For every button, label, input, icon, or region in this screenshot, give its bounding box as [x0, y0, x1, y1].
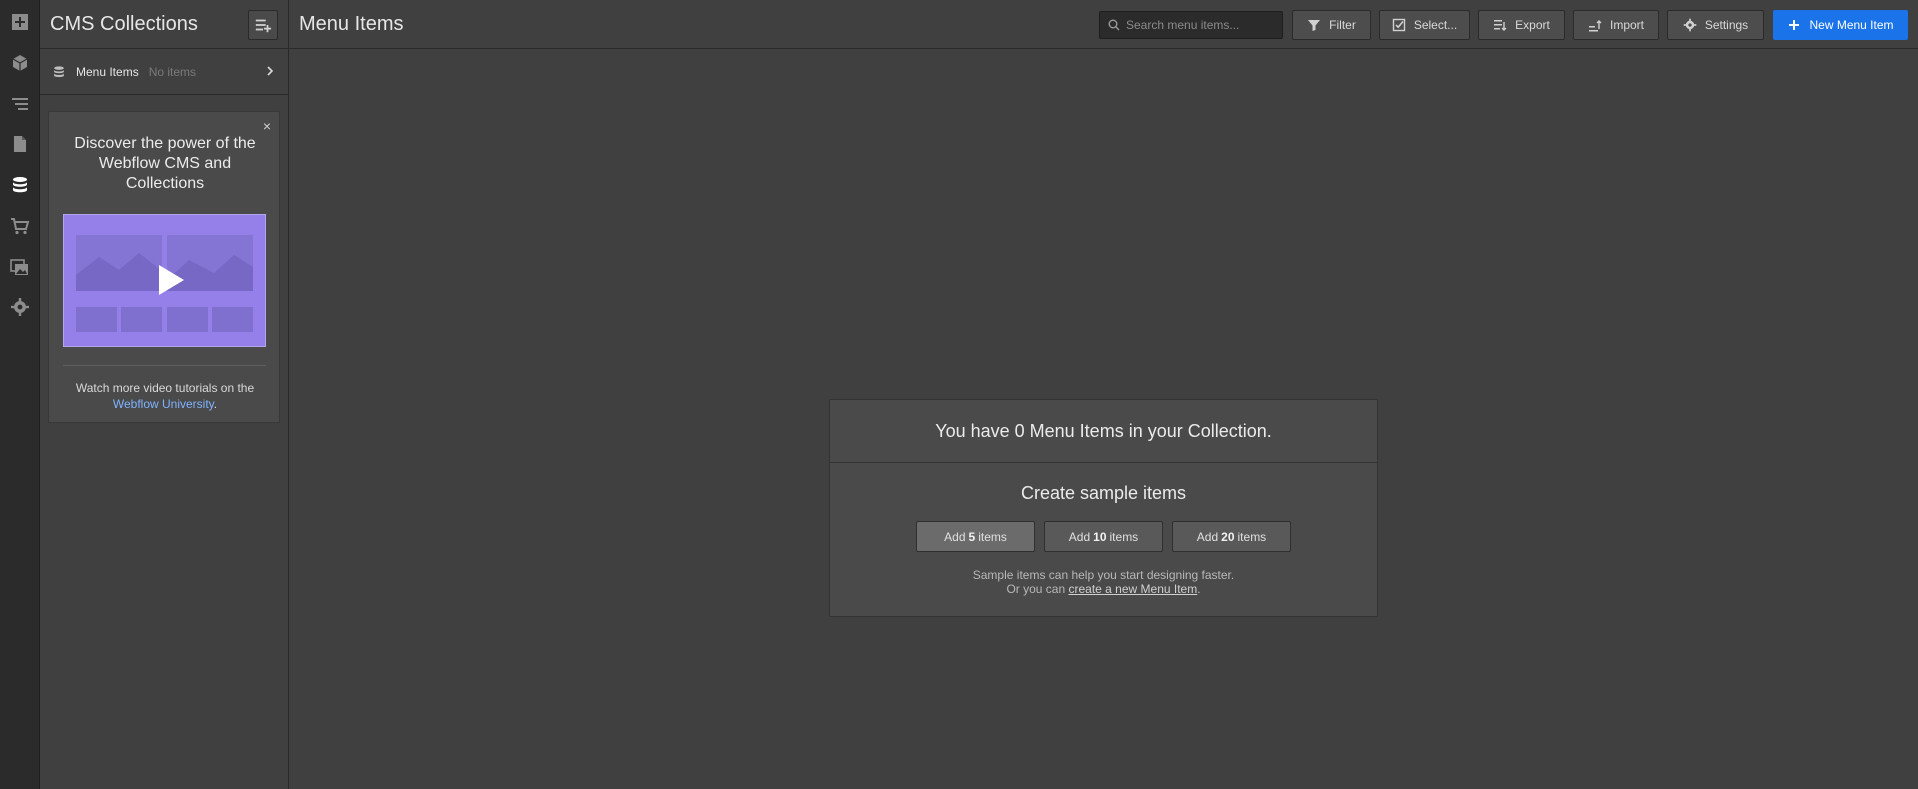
- components-icon: [12, 55, 28, 71]
- page-title: Menu Items: [299, 13, 404, 35]
- add-5-items-button[interactable]: Add 5 items: [916, 521, 1035, 552]
- navigator-button[interactable]: [0, 84, 40, 124]
- note-line-2: Or you can: [1006, 582, 1066, 596]
- search-icon: [1108, 19, 1120, 31]
- top-toolbar: Menu Items Filter Select... Export Impor…: [289, 0, 1918, 49]
- cms-promo-card: × Discover the power of the Webflow CMS …: [48, 111, 280, 423]
- note-end: .: [1197, 582, 1201, 596]
- chevron-right-icon: [267, 66, 274, 76]
- pages-icon: [14, 136, 26, 152]
- new-menu-item-label: New Menu Item: [1809, 18, 1894, 32]
- item-count: 10: [1093, 529, 1107, 544]
- add-label: Add: [944, 529, 966, 544]
- assets-button[interactable]: [0, 247, 40, 287]
- filter-icon: [1308, 20, 1321, 31]
- export-button[interactable]: Export: [1478, 10, 1565, 40]
- settings-icon: [11, 298, 29, 316]
- export-label: Export: [1515, 18, 1550, 32]
- filter-label: Filter: [1329, 18, 1356, 32]
- cms-button[interactable]: [0, 165, 40, 205]
- collection-count: No items: [148, 64, 197, 79]
- add-panel-icon: [12, 14, 28, 30]
- checkbox-icon: [1392, 18, 1406, 32]
- promo-footer-end: .: [213, 397, 218, 411]
- gear-icon: [1683, 18, 1697, 32]
- create-new-item-link[interactable]: create a new Menu Item: [1068, 582, 1197, 596]
- empty-state-card: You have 0 Menu Items in your Collection…: [829, 399, 1378, 617]
- cms-icon: [13, 177, 27, 193]
- item-count: 20: [1221, 529, 1235, 544]
- filter-button[interactable]: Filter: [1292, 10, 1371, 40]
- promo-footer: Watch more video tutorials on the Webflo…: [59, 380, 271, 412]
- import-icon: [1588, 20, 1602, 32]
- add-20-items-button[interactable]: Add 20 items: [1172, 521, 1291, 552]
- new-menu-item-button[interactable]: New Menu Item: [1773, 10, 1908, 40]
- collections-panel: CMS Collections Menu Items No items × Di…: [40, 0, 289, 789]
- export-icon: [1494, 20, 1507, 31]
- promo-close-button[interactable]: ×: [263, 118, 271, 134]
- components-button[interactable]: [0, 43, 40, 83]
- add-label: Add: [1068, 529, 1091, 544]
- panel-header: CMS Collections: [40, 0, 288, 49]
- icon-rail: [0, 0, 40, 789]
- collection-name: Menu Items: [76, 64, 139, 79]
- assets-icon: [10, 259, 28, 275]
- add-panel-button[interactable]: [0, 2, 40, 42]
- promo-divider: [63, 365, 266, 366]
- promo-title: Discover the power of the Webflow CMS an…: [74, 135, 256, 192]
- import-button[interactable]: Import: [1573, 10, 1659, 40]
- add-collection-icon: [255, 19, 272, 33]
- add-label: Add: [1196, 529, 1219, 544]
- items-label: items: [1237, 529, 1267, 544]
- select-button[interactable]: Select...: [1379, 10, 1470, 40]
- collection-row-menu-items[interactable]: Menu Items No items: [40, 49, 288, 95]
- panel-title: CMS Collections: [50, 12, 198, 35]
- settings-label: Settings: [1704, 18, 1749, 32]
- ecommerce-button[interactable]: [0, 206, 40, 246]
- add-collection-button[interactable]: [248, 10, 278, 40]
- pages-button[interactable]: [0, 124, 40, 164]
- database-icon: [54, 65, 64, 77]
- plus-icon: [1789, 20, 1800, 30]
- note-line-1: Sample items can help you start designin…: [972, 568, 1235, 582]
- select-label: Select...: [1413, 18, 1458, 32]
- sample-note: Sample items can help you start designin…: [830, 568, 1377, 596]
- promo-video-thumbnail[interactable]: [63, 214, 266, 347]
- search-input[interactable]: [1126, 18, 1276, 32]
- item-count: 5: [968, 529, 976, 544]
- empty-message: You have 0 Menu Items in your Collection…: [830, 400, 1377, 463]
- settings-button[interactable]: Settings: [1667, 10, 1764, 40]
- search-box[interactable]: [1099, 11, 1283, 39]
- video-preview-graphic: [76, 235, 253, 332]
- navigator-icon: [12, 98, 28, 110]
- settings-button[interactable]: [0, 287, 40, 327]
- webflow-university-link[interactable]: Webflow University: [113, 397, 214, 411]
- ecommerce-icon: [11, 218, 30, 235]
- import-label: Import: [1609, 18, 1644, 32]
- items-label: items: [1109, 529, 1139, 544]
- items-label: items: [978, 529, 1007, 544]
- add-10-items-button[interactable]: Add 10 items: [1044, 521, 1163, 552]
- promo-footer-text: Watch more video tutorials on the: [75, 381, 255, 395]
- sample-title: Create sample items: [1020, 483, 1187, 503]
